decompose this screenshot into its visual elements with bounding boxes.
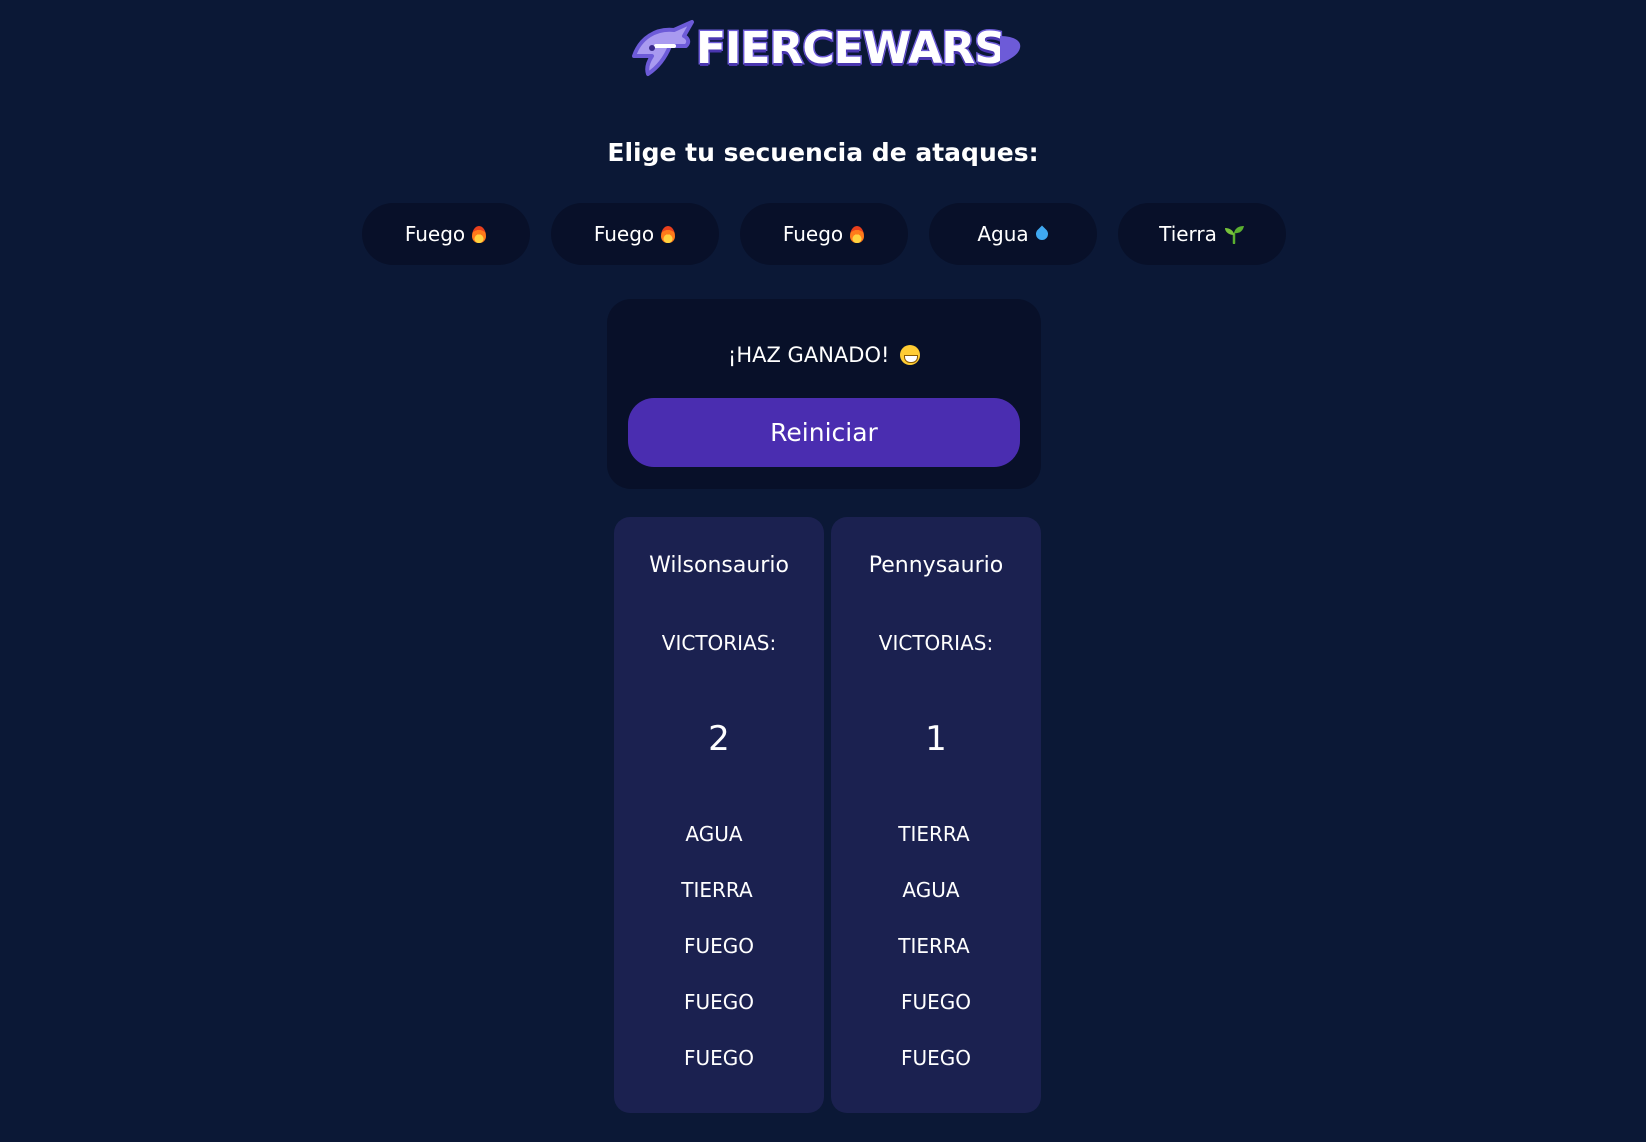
- water-drop-icon: [1035, 225, 1049, 243]
- attack-history-item: AGUA: [902, 878, 960, 902]
- attack-history-list: AGUA TIERRA FUEGO FUEGO FUEGO: [614, 823, 824, 1103]
- dragon-logo-icon: [632, 20, 694, 76]
- fire-icon: [660, 224, 676, 244]
- fire-icon: [849, 224, 865, 244]
- attack-history-item: TIERRA: [898, 934, 970, 958]
- attack-label: Fuego: [782, 222, 844, 246]
- attack-history-item: TIERRA: [898, 822, 970, 846]
- wins-count: 2: [708, 719, 730, 759]
- attack-history-item: TIERRA: [681, 878, 753, 902]
- wins-label: VICTORIAS:: [878, 631, 994, 655]
- fiercewars-logo: FIERCEWARS: [626, 16, 1022, 82]
- attack-label: Tierra: [1159, 222, 1217, 246]
- attack-label: Agua: [977, 222, 1029, 246]
- enemy-name: Pennysaurio: [868, 553, 1004, 578]
- attack-history-list: TIERRA AGUA TIERRA FUEGO FUEGO: [831, 823, 1041, 1103]
- wins-label: VICTORIAS:: [661, 631, 777, 655]
- attack-history-item: AGUA: [685, 822, 743, 846]
- attack-button-fire-3[interactable]: Fuego: [740, 203, 908, 265]
- logo-text: FIERCEWARS: [695, 22, 1008, 76]
- result-message: ¡HAZ GANADO!: [607, 343, 1041, 367]
- attack-history-item: FUEGO: [900, 990, 972, 1014]
- seedling-icon: [1224, 226, 1244, 244]
- attack-button-water[interactable]: Agua: [929, 203, 1097, 265]
- attack-button-fire-1[interactable]: Fuego: [362, 203, 530, 265]
- attack-button-earth[interactable]: Tierra: [1118, 203, 1286, 265]
- attack-history-item: FUEGO: [683, 1046, 755, 1070]
- player-card-enemy: Pennysaurio VICTORIAS: 1 TIERRA AGUA TIE…: [831, 517, 1041, 1113]
- fire-icon: [471, 224, 487, 244]
- attack-history-item: FUEGO: [900, 1046, 972, 1070]
- result-panel: ¡HAZ GANADO! Reiniciar: [607, 299, 1041, 489]
- attack-label: Fuego: [593, 222, 655, 246]
- grinning-face-icon: [900, 345, 921, 365]
- player-name: Wilsonsaurio: [649, 553, 789, 578]
- attack-label: Fuego: [404, 222, 466, 246]
- attack-history-item: FUEGO: [683, 990, 755, 1014]
- attack-button-row: Fuego Fuego Fuego Agua Tierra: [362, 203, 1286, 265]
- restart-button[interactable]: Reiniciar: [628, 398, 1020, 467]
- player-card-player: Wilsonsaurio VICTORIAS: 2 AGUA TIERRA FU…: [614, 517, 824, 1113]
- page-subtitle: Elige tu secuencia de ataques:: [607, 138, 1039, 167]
- wins-count: 1: [925, 719, 947, 759]
- attack-history-item: FUEGO: [683, 934, 755, 958]
- attack-button-fire-2[interactable]: Fuego: [551, 203, 719, 265]
- result-message-text: ¡HAZ GANADO!: [727, 343, 890, 367]
- logo-wing-icon: [1000, 36, 1021, 64]
